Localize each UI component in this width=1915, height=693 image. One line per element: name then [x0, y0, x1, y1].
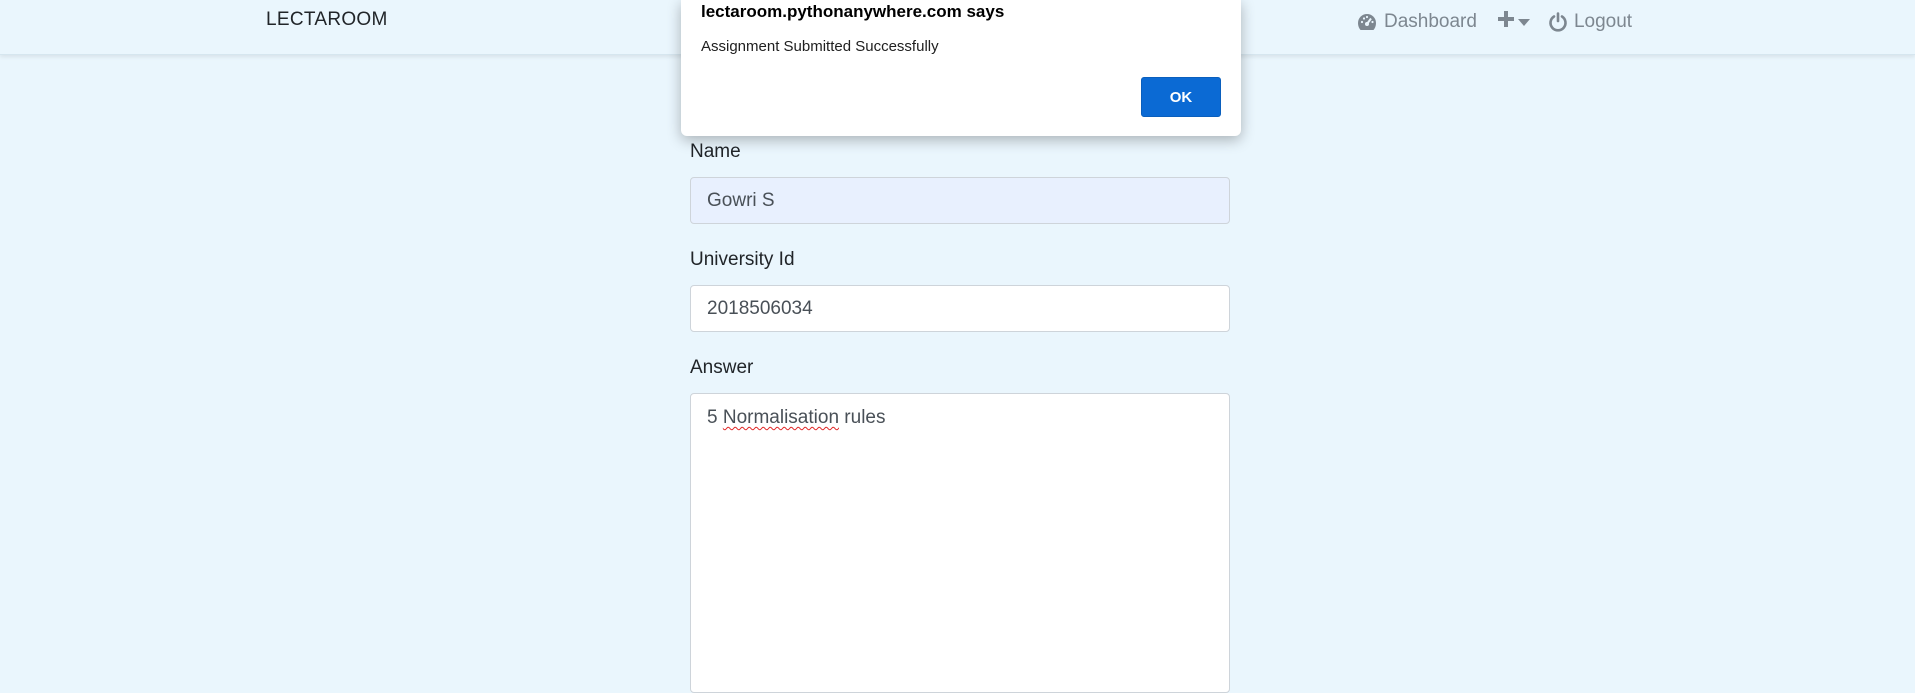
dialog-message: Assignment Submitted Successfully	[701, 38, 939, 55]
dashboard-link[interactable]: Dashboard	[1356, 11, 1477, 33]
answer-misspelled-word: Normalisation	[722, 407, 840, 428]
power-icon	[1548, 12, 1568, 32]
add-dropdown-toggle[interactable]	[1497, 10, 1530, 34]
name-input[interactable]: Gowri S	[690, 177, 1230, 224]
assignment-submission-form: Name Gowri S University Id 2018506034 An…	[690, 140, 1230, 693]
logout-label: Logout	[1573, 11, 1633, 32]
answer-text-prefix: 5	[707, 407, 718, 428]
answer-textarea[interactable]: 5 Normalisation rules	[690, 393, 1230, 693]
caret-down-icon	[1517, 11, 1530, 33]
university-id-input[interactable]: 2018506034	[690, 285, 1230, 332]
speedometer-icon	[1356, 12, 1378, 32]
dashboard-label: Dashboard	[1384, 11, 1477, 32]
alert-dialog: lectaroom.pythonanywhere.com says Assign…	[681, 0, 1241, 136]
name-label: Name	[690, 141, 741, 162]
plus-icon	[1497, 10, 1515, 34]
answer-label: Answer	[690, 357, 754, 378]
nav-right-group: Dashboard Logout	[1356, 8, 1632, 36]
dialog-title: lectaroom.pythonanywhere.com says	[701, 2, 1005, 21]
ok-button[interactable]: OK	[1141, 77, 1221, 117]
university-id-label: University Id	[690, 249, 795, 270]
answer-text-suffix: rules	[844, 407, 886, 428]
brand-logo-text[interactable]: LECTAROOM	[266, 9, 388, 31]
logout-link[interactable]: Logout	[1548, 11, 1632, 33]
